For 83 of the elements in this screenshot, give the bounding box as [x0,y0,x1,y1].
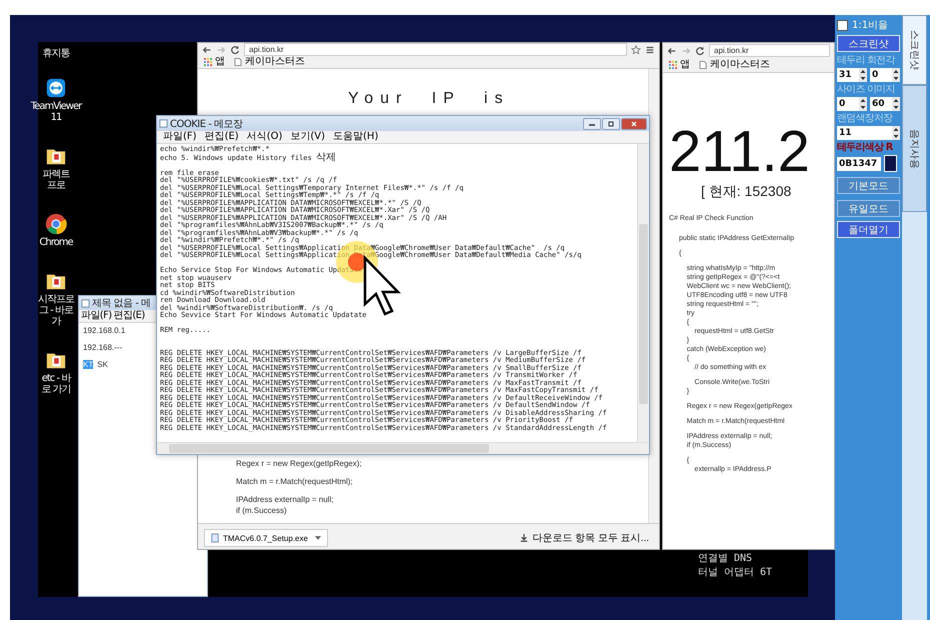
code-line: if (m.Success) [236,505,288,516]
checkbox-label: 1:1비율 [852,19,888,32]
panel-button[interactable]: 스크린샷 [837,35,900,52]
address-bar[interactable]: api.tion.kr [709,44,830,57]
vertical-scrollbar[interactable] [637,144,649,442]
side-tab[interactable]: 스크린샷 [902,15,927,85]
download-icon [520,534,528,542]
apps-grid-icon [204,58,212,66]
menu-item[interactable]: 서식(O) [246,131,282,143]
current-time-text: [ 현재: 152308 [701,183,792,201]
color-code-field[interactable]: 0B1347 [837,156,881,170]
close-icon [629,120,639,126]
desktop-icon-label[interactable]: 파렉트 프로 [38,169,74,191]
mode-button[interactable]: 기본모드 [837,177,900,194]
horizontal-scrollbar[interactable] [157,442,649,454]
download-item[interactable]: TMACv6.0.7_Setup.exe [204,529,328,547]
menu-icon[interactable] [645,44,655,54]
code-line: IPAddress externalIp = null; [236,494,334,505]
back-icon[interactable] [667,46,677,56]
desktop-icon-label[interactable]: 시작프로그 - 바로 가 [38,294,74,327]
page-heading: Your IP is [348,90,511,108]
number-spinner[interactable]: 31 [837,68,867,82]
console-line: 연결별 DNS [698,552,754,566]
desktop-icon-label[interactable]: etc - 바로 가기 [38,373,74,395]
window-title: 제목 없음 - 메 [92,297,151,310]
number-spinner[interactable]: 60 [870,97,900,111]
number-spinner[interactable]: 0 [837,97,867,111]
menu-item[interactable]: 파일(F) [81,310,112,322]
caret-icon [315,536,321,540]
desktop-icon-label[interactable]: Chrome [39,237,73,248]
bookmark-link[interactable]: 앱 [215,56,225,68]
console-line: 터널 어댑터 6T [698,566,774,580]
reload-icon[interactable] [695,46,705,56]
colored-circle-icon[interactable] [45,213,67,235]
text-line: 192.168.0.1 [83,326,126,335]
menu-item[interactable]: 도움말(H) [333,131,378,143]
bookmark-link[interactable]: 케이마스터즈 [245,56,305,68]
reload-icon[interactable] [230,44,240,54]
panel-button[interactable]: 폴더열기 [837,221,900,238]
file-icon [211,533,219,543]
code-line: Regex r = new Regex(getIpRegex); [236,458,363,469]
field-label: 테두리색상 R [837,142,894,153]
field-label: 사이즈 이미지 [837,84,896,95]
ip-address: 211.2 [669,123,811,181]
up-down-arrows-icon [892,68,900,82]
up-down-arrows-icon [892,97,900,111]
field-label: 테두리 회전각 [837,55,896,66]
desktop-icon-label[interactable]: TeamViewer 11 [30,101,82,123]
address-bar[interactable]: api.tion.kr [244,43,627,56]
bookmark-link[interactable]: 케이마스터즈 [710,59,770,71]
up-down-arrows-icon [892,126,900,140]
checkbox[interactable] [837,20,848,30]
app-icon[interactable] [45,77,67,99]
number-spinner[interactable]: 11 [837,126,900,140]
side-tab[interactable]: 음지사용 [902,85,927,212]
color-swatch[interactable] [884,155,897,172]
code-line: Match m = r.Match(requestHtml); [236,476,354,487]
menu-item[interactable]: 파일(F) [163,131,197,143]
notepad-icon [159,119,168,128]
text-line: 192.168.--- [83,343,122,352]
notepad-icon [81,298,90,308]
minimize-button[interactable] [583,118,601,130]
apps-grid-icon [669,61,677,69]
maximize-icon [606,120,616,126]
window-title: COOKIE - 메모장 [170,118,243,130]
menu-item[interactable]: 편집(E) [204,131,239,143]
bookmark-link[interactable]: 앱 [680,59,690,71]
desktop-icon-label[interactable]: 휴지통 [42,48,70,59]
page-icon [699,61,707,69]
text-line: SK [97,360,108,369]
close-button[interactable] [621,118,647,130]
number-spinner[interactable]: 0 [870,68,900,82]
menu-item[interactable]: 보기(V) [290,131,326,143]
up-down-arrows-icon [859,97,867,111]
maximize-button[interactable] [602,118,620,130]
menu-item[interactable]: 편집(E) [114,310,145,322]
up-down-arrows-icon [859,68,867,82]
mode-button[interactable]: 유일모드 [837,200,900,217]
field-label: 랜덤색장저장 [837,113,894,124]
star-icon[interactable] [631,44,641,54]
show-all-downloads-link[interactable]: 다운로드 항목 모두 표시... [520,531,649,545]
back-icon[interactable] [202,44,212,54]
page-icon [234,58,242,66]
